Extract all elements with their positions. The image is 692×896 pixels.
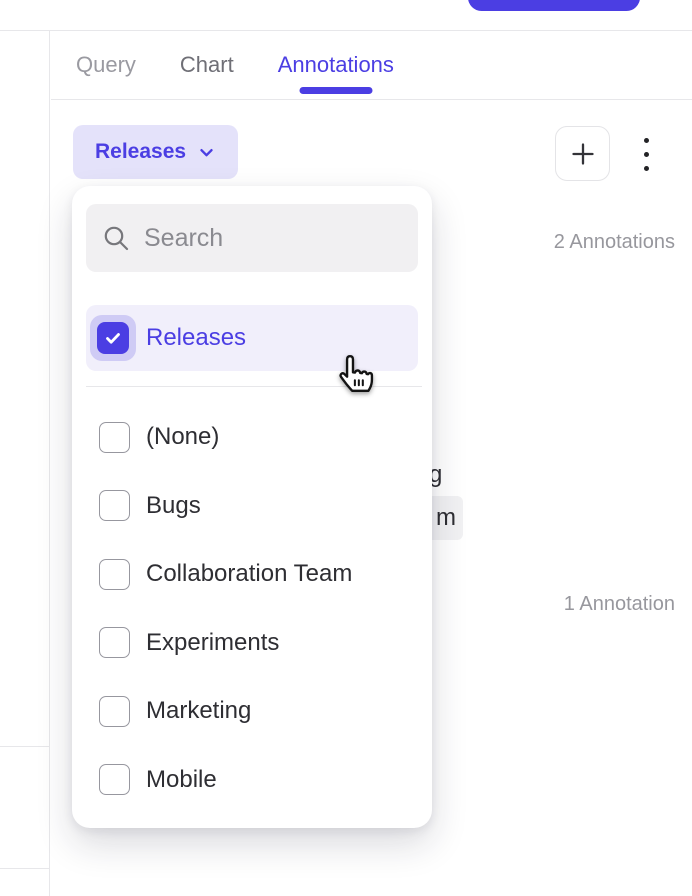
kebab-dot bbox=[644, 152, 649, 157]
option-label: Collaboration Team bbox=[146, 560, 352, 588]
search-icon bbox=[101, 223, 131, 253]
option-label: Marketing bbox=[146, 697, 251, 725]
option-label: (None) bbox=[146, 423, 219, 451]
option-marketing[interactable]: Marketing bbox=[86, 677, 418, 746]
search-input[interactable] bbox=[144, 224, 404, 253]
checkbox-unchecked[interactable] bbox=[99, 559, 130, 590]
menu-divider bbox=[86, 386, 422, 387]
tab-label: Chart bbox=[180, 52, 234, 78]
partially-hidden-tag-text: m bbox=[436, 504, 456, 532]
active-tab-underline bbox=[299, 87, 372, 94]
tab-label: Annotations bbox=[278, 52, 394, 78]
tab-bar: Query Chart Annotations bbox=[51, 31, 692, 100]
option-label: Experiments bbox=[146, 629, 279, 657]
option-releases[interactable]: Releases bbox=[86, 305, 418, 371]
option-label: Releases bbox=[146, 324, 246, 352]
chevron-down-icon bbox=[197, 143, 216, 162]
kebab-dot bbox=[644, 166, 649, 171]
option-label: Mobile bbox=[146, 766, 217, 794]
dropdown-search[interactable] bbox=[86, 204, 418, 272]
checkbox-unchecked[interactable] bbox=[99, 627, 130, 658]
option-label: Bugs bbox=[146, 492, 201, 520]
left-sidebar bbox=[0, 31, 50, 896]
options-list: (None) Bugs Collaboration Team Experimen… bbox=[86, 403, 418, 814]
tab-query[interactable]: Query bbox=[76, 31, 136, 99]
option-collaboration-team[interactable]: Collaboration Team bbox=[86, 540, 418, 609]
checkbox-unchecked[interactable] bbox=[99, 696, 130, 727]
option-none[interactable]: (None) bbox=[86, 403, 418, 472]
checkbox-fill bbox=[97, 322, 129, 354]
checkbox-unchecked[interactable] bbox=[99, 764, 130, 795]
option-bugs[interactable]: Bugs bbox=[86, 472, 418, 541]
plus-icon bbox=[569, 140, 597, 168]
tab-label: Query bbox=[76, 52, 136, 78]
checkbox-unchecked[interactable] bbox=[99, 490, 130, 521]
checkmark-icon bbox=[103, 328, 123, 348]
option-experiments[interactable]: Experiments bbox=[86, 609, 418, 678]
releases-filter-button[interactable]: Releases bbox=[73, 125, 238, 179]
annotations-count-bottom: 1 Annotation bbox=[564, 593, 675, 616]
checkbox-releases-checked[interactable] bbox=[90, 315, 136, 361]
releases-filter-label: Releases bbox=[95, 140, 186, 164]
tab-chart[interactable]: Chart bbox=[180, 31, 234, 99]
sidebar-divider bbox=[0, 746, 50, 747]
kebab-dot bbox=[644, 138, 649, 143]
annotations-count-top: 2 Annotations bbox=[554, 231, 675, 254]
tab-annotations[interactable]: Annotations bbox=[278, 31, 394, 99]
releases-dropdown-menu: Releases (None) Bugs Collaboration Team … bbox=[72, 186, 432, 828]
more-options-button[interactable] bbox=[631, 127, 661, 181]
add-annotation-button[interactable] bbox=[555, 126, 610, 181]
checkbox-unchecked[interactable] bbox=[99, 422, 130, 453]
option-mobile[interactable]: Mobile bbox=[86, 746, 418, 815]
primary-action-button[interactable] bbox=[468, 0, 640, 11]
sidebar-divider bbox=[0, 868, 50, 869]
